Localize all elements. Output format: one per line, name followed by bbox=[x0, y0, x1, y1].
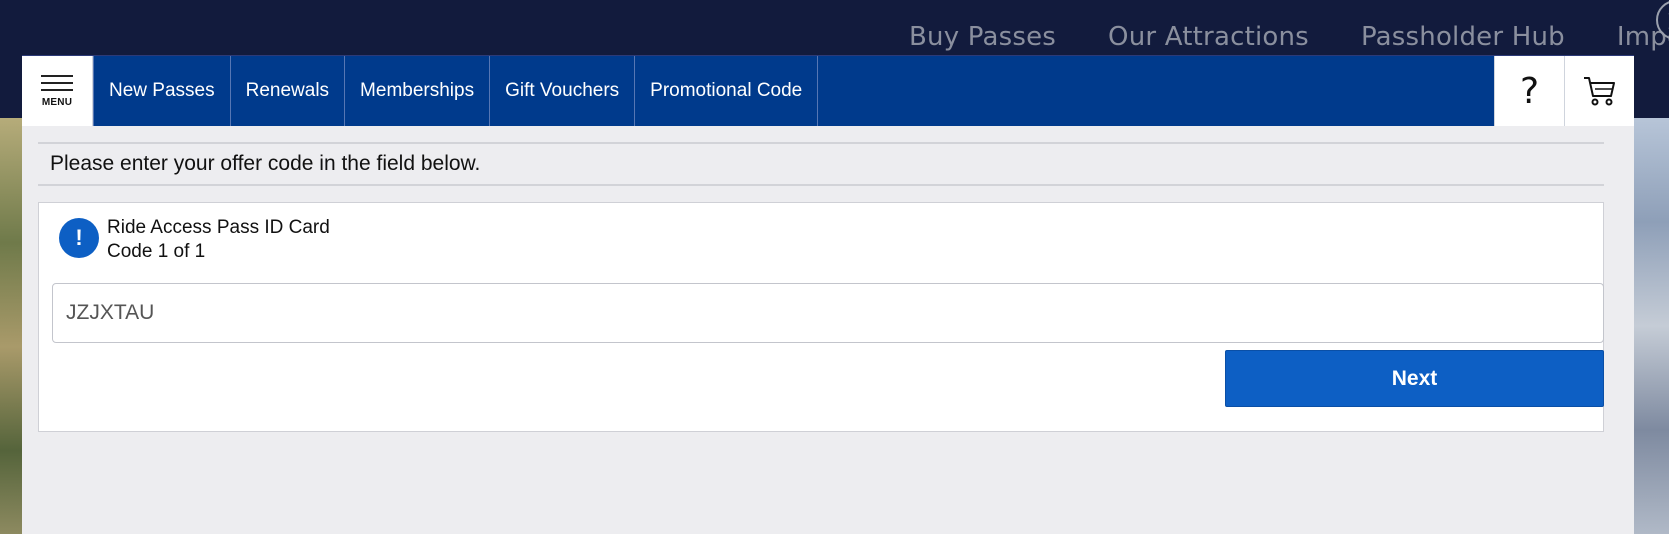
exclamation-icon: ! bbox=[59, 218, 99, 258]
hamburger-icon bbox=[41, 74, 73, 91]
bg-nav-link-buy-passes: Buy Passes bbox=[909, 22, 1057, 52]
tab-renewals[interactable]: Renewals bbox=[231, 56, 346, 126]
menu-button[interactable]: MENU bbox=[22, 56, 93, 126]
bg-nav-link-passholder-hub: Passholder Hub bbox=[1360, 22, 1565, 52]
cart-button[interactable] bbox=[1564, 56, 1634, 126]
help-button[interactable]: ? bbox=[1494, 56, 1564, 126]
menu-label: MENU bbox=[41, 96, 73, 108]
background-photo bbox=[1634, 118, 1669, 534]
next-button[interactable]: Next bbox=[1225, 350, 1604, 407]
offer-code-card: ! Ride Access Pass ID Card Code 1 of 1 N… bbox=[38, 202, 1604, 432]
bg-nav-link-our-attractions: Our Attractions bbox=[1108, 22, 1309, 52]
help-icon: ? bbox=[1519, 70, 1540, 112]
promo-code-modal: MENU New Passes Renewals Memberships Gif… bbox=[22, 55, 1634, 534]
cart-icon bbox=[1583, 77, 1615, 106]
offer-code-input[interactable] bbox=[52, 283, 1604, 343]
background-photo bbox=[0, 118, 22, 534]
tab-new-passes[interactable]: New Passes bbox=[93, 56, 231, 126]
tab-memberships[interactable]: Memberships bbox=[345, 56, 491, 126]
nav-tabs: New Passes Renewals Memberships Gift Vou… bbox=[93, 56, 1494, 126]
code-progress: Code 1 of 1 bbox=[107, 241, 206, 262]
divider bbox=[38, 184, 1604, 186]
instruction-text: Please enter your offer code in the fiel… bbox=[50, 152, 481, 175]
tab-gift-vouchers[interactable]: Gift Vouchers bbox=[490, 56, 636, 126]
modal-content: Please enter your offer code in the fiel… bbox=[38, 142, 1604, 432]
pass-name: Ride Access Pass ID Card bbox=[107, 217, 330, 238]
background-nav-links: Buy Passes Our Attractions Passholder Hu… bbox=[909, 22, 1669, 52]
modal-nav-bar: MENU New Passes Renewals Memberships Gif… bbox=[22, 56, 1634, 126]
tab-promotional-code[interactable]: Promotional Code bbox=[635, 56, 819, 126]
